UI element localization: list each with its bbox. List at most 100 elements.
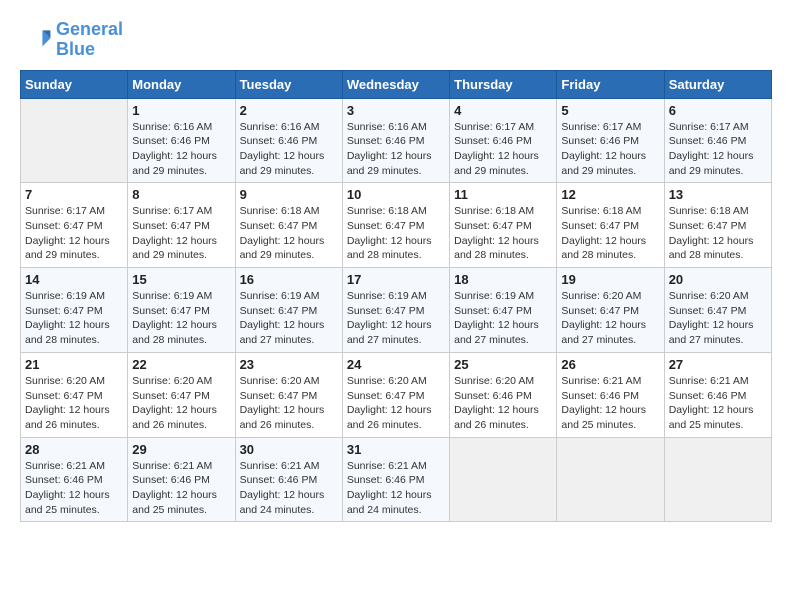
calendar-table: SundayMondayTuesdayWednesdayThursdayFrid… [20,70,772,523]
daylight-minutes: and 27 minutes. [347,334,422,346]
daylight-minutes: and 27 minutes. [240,334,315,346]
calendar-cell [21,98,128,183]
day-info: Sunrise: 6:18 AM Sunset: 6:47 PM Dayligh… [240,204,338,263]
day-number: 1 [132,103,230,118]
daylight-minutes: and 28 minutes. [561,249,636,261]
sunset-label: Sunset: 6:46 PM [240,474,318,486]
sunset-label: Sunset: 6:46 PM [669,135,747,147]
day-info: Sunrise: 6:16 AM Sunset: 6:46 PM Dayligh… [347,120,445,179]
daylight-minutes: and 29 minutes. [347,165,422,177]
calendar-cell: 8 Sunrise: 6:17 AM Sunset: 6:47 PM Dayli… [128,183,235,268]
sunrise-label: Sunrise: 6:21 AM [347,460,427,472]
sunrise-label: Sunrise: 6:16 AM [132,121,212,133]
day-info: Sunrise: 6:17 AM Sunset: 6:47 PM Dayligh… [25,204,123,263]
sunset-label: Sunset: 6:47 PM [347,305,425,317]
calendar-cell: 27 Sunrise: 6:21 AM Sunset: 6:46 PM Dayl… [664,352,771,437]
day-info: Sunrise: 6:20 AM Sunset: 6:47 PM Dayligh… [561,289,659,348]
daylight-label: Daylight: 12 hours [669,235,754,247]
daylight-label: Daylight: 12 hours [561,150,646,162]
sunrise-label: Sunrise: 6:16 AM [240,121,320,133]
calendar-cell: 9 Sunrise: 6:18 AM Sunset: 6:47 PM Dayli… [235,183,342,268]
day-info: Sunrise: 6:16 AM Sunset: 6:46 PM Dayligh… [132,120,230,179]
calendar-cell: 5 Sunrise: 6:17 AM Sunset: 6:46 PM Dayli… [557,98,664,183]
daylight-label: Daylight: 12 hours [240,235,325,247]
daylight-label: Daylight: 12 hours [454,404,539,416]
calendar-cell: 3 Sunrise: 6:16 AM Sunset: 6:46 PM Dayli… [342,98,449,183]
sunrise-label: Sunrise: 6:20 AM [25,375,105,387]
daylight-minutes: and 25 minutes. [669,419,744,431]
daylight-label: Daylight: 12 hours [347,150,432,162]
daylight-label: Daylight: 12 hours [240,150,325,162]
calendar-cell: 18 Sunrise: 6:19 AM Sunset: 6:47 PM Dayl… [450,268,557,353]
calendar-cell: 11 Sunrise: 6:18 AM Sunset: 6:47 PM Dayl… [450,183,557,268]
day-info: Sunrise: 6:21 AM Sunset: 6:46 PM Dayligh… [561,374,659,433]
day-number: 29 [132,442,230,457]
sunrise-label: Sunrise: 6:19 AM [25,290,105,302]
day-number: 15 [132,272,230,287]
sunrise-label: Sunrise: 6:19 AM [347,290,427,302]
calendar-cell [557,437,664,522]
sunset-label: Sunset: 6:46 PM [25,474,103,486]
sunrise-label: Sunrise: 6:20 AM [454,375,534,387]
calendar-cell: 10 Sunrise: 6:18 AM Sunset: 6:47 PM Dayl… [342,183,449,268]
daylight-label: Daylight: 12 hours [132,150,217,162]
sunrise-label: Sunrise: 6:17 AM [561,121,641,133]
day-number: 12 [561,187,659,202]
day-number: 22 [132,357,230,372]
day-info: Sunrise: 6:21 AM Sunset: 6:46 PM Dayligh… [132,459,230,518]
day-number: 14 [25,272,123,287]
weekday-header-tuesday: Tuesday [235,70,342,98]
calendar-cell: 25 Sunrise: 6:20 AM Sunset: 6:46 PM Dayl… [450,352,557,437]
calendar-cell: 26 Sunrise: 6:21 AM Sunset: 6:46 PM Dayl… [557,352,664,437]
daylight-label: Daylight: 12 hours [347,404,432,416]
calendar-cell: 14 Sunrise: 6:19 AM Sunset: 6:47 PM Dayl… [21,268,128,353]
sunset-label: Sunset: 6:47 PM [561,305,639,317]
calendar-cell: 2 Sunrise: 6:16 AM Sunset: 6:46 PM Dayli… [235,98,342,183]
calendar-cell: 22 Sunrise: 6:20 AM Sunset: 6:47 PM Dayl… [128,352,235,437]
calendar-cell [450,437,557,522]
sunrise-label: Sunrise: 6:17 AM [454,121,534,133]
sunset-label: Sunset: 6:47 PM [25,390,103,402]
day-number: 8 [132,187,230,202]
day-info: Sunrise: 6:20 AM Sunset: 6:47 PM Dayligh… [240,374,338,433]
daylight-minutes: and 29 minutes. [454,165,529,177]
daylight-label: Daylight: 12 hours [240,319,325,331]
day-number: 18 [454,272,552,287]
sunset-label: Sunset: 6:46 PM [561,390,639,402]
sunset-label: Sunset: 6:46 PM [454,390,532,402]
sunrise-label: Sunrise: 6:17 AM [669,121,749,133]
daylight-minutes: and 26 minutes. [454,419,529,431]
sunrise-label: Sunrise: 6:18 AM [454,205,534,217]
sunset-label: Sunset: 6:47 PM [347,390,425,402]
sunrise-label: Sunrise: 6:20 AM [240,375,320,387]
day-number: 21 [25,357,123,372]
day-info: Sunrise: 6:19 AM Sunset: 6:47 PM Dayligh… [25,289,123,348]
day-number: 5 [561,103,659,118]
daylight-label: Daylight: 12 hours [454,319,539,331]
day-info: Sunrise: 6:17 AM Sunset: 6:46 PM Dayligh… [561,120,659,179]
daylight-label: Daylight: 12 hours [561,235,646,247]
day-number: 27 [669,357,767,372]
weekday-header-monday: Monday [128,70,235,98]
sunset-label: Sunset: 6:47 PM [240,390,318,402]
daylight-minutes: and 27 minutes. [561,334,636,346]
calendar-cell: 29 Sunrise: 6:21 AM Sunset: 6:46 PM Dayl… [128,437,235,522]
day-info: Sunrise: 6:17 AM Sunset: 6:46 PM Dayligh… [454,120,552,179]
day-number: 11 [454,187,552,202]
day-number: 19 [561,272,659,287]
sunset-label: Sunset: 6:46 PM [669,390,747,402]
day-number: 30 [240,442,338,457]
sunrise-label: Sunrise: 6:19 AM [240,290,320,302]
day-info: Sunrise: 6:19 AM Sunset: 6:47 PM Dayligh… [240,289,338,348]
day-info: Sunrise: 6:17 AM Sunset: 6:46 PM Dayligh… [669,120,767,179]
daylight-label: Daylight: 12 hours [240,404,325,416]
sunset-label: Sunset: 6:47 PM [240,305,318,317]
sunset-label: Sunset: 6:46 PM [347,135,425,147]
day-number: 4 [454,103,552,118]
sunrise-label: Sunrise: 6:17 AM [25,205,105,217]
calendar-cell: 6 Sunrise: 6:17 AM Sunset: 6:46 PM Dayli… [664,98,771,183]
daylight-minutes: and 28 minutes. [25,334,100,346]
daylight-minutes: and 26 minutes. [347,419,422,431]
day-number: 17 [347,272,445,287]
sunrise-label: Sunrise: 6:19 AM [454,290,534,302]
